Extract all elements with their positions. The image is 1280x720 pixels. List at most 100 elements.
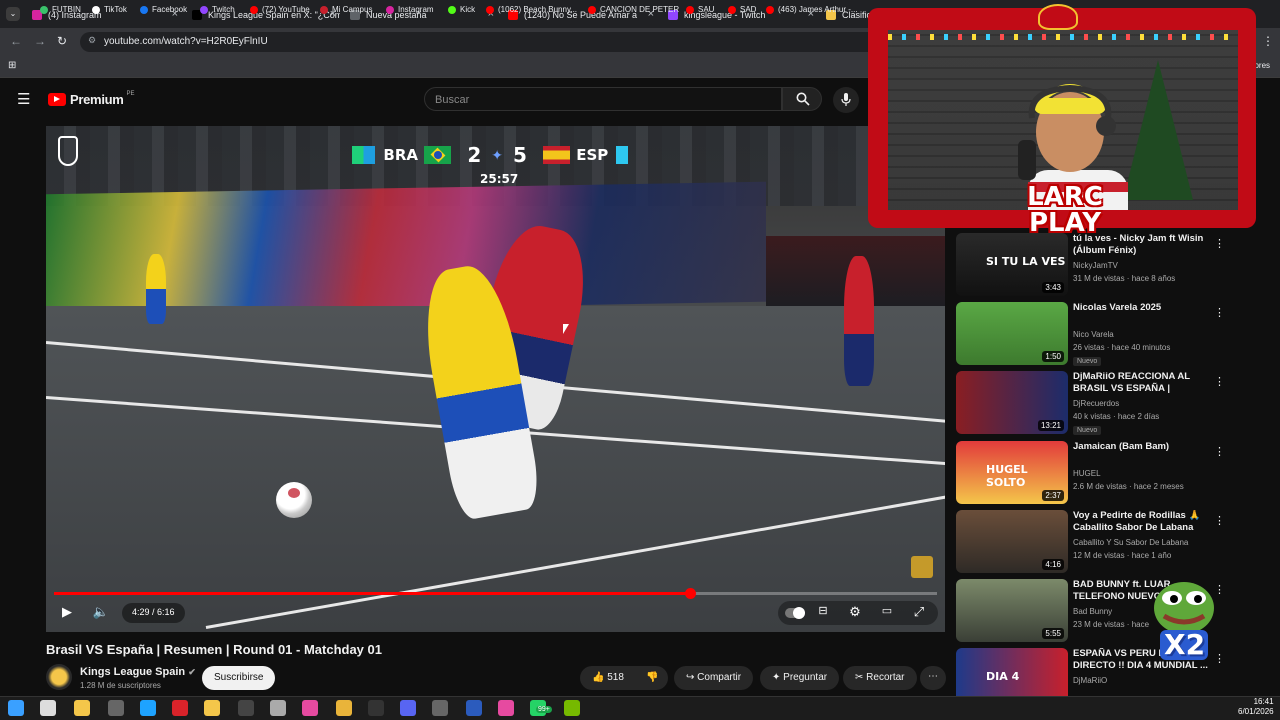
address-bar[interactable]: ⚙ youtube.com/watch?v=H2R0EyFlnIU [80,32,880,52]
bookmark-label: (1062) Beach Bunny... [498,5,578,14]
video-player[interactable]: BRA 2 ✦ 5 ESP 25:57 [46,126,945,632]
app-pink-icon[interactable] [302,700,318,716]
windows-start-icon[interactable] [8,700,24,716]
bookmark-label: (463) James Arthur -... [778,5,858,14]
app-pink-icon[interactable] [498,700,514,716]
mouse-cursor [563,324,569,334]
channel-name: Nico Varela [1073,330,1114,339]
browser-menu-icon[interactable]: ⋮ [1262,34,1274,48]
fullscreen-icon[interactable]: ⤢ [910,604,928,622]
bookmark-item[interactable]: TikTok [92,5,127,14]
red-app-icon[interactable] [172,700,188,716]
edge-icon[interactable] [140,700,156,716]
bookmark-item[interactable]: Facebook [140,5,187,14]
video-duration: 5:55 [1042,628,1064,639]
more-options-icon[interactable]: ⋮ [1214,375,1225,388]
word-icon[interactable] [466,700,482,716]
steam-icon[interactable] [238,700,254,716]
recommendation-item[interactable]: HUGEL SOLTO 2:37 Jamaican (Bam Bam) HUGEL 2.… [956,441,1256,507]
channel-watermark-icon[interactable] [911,556,933,578]
bookmark-item[interactable]: Mi Campus [320,5,372,14]
bookmark-item[interactable]: (72) YouTube [250,5,310,14]
recommendation-item[interactable]: 13:21 DjMaRiiO REACCIONA AL BRASIL VS ESP… [956,371,1256,437]
video-thumbnail[interactable]: 5:55 [956,579,1068,642]
tab-list-button[interactable]: ⌄ [6,7,20,21]
nvidia-icon[interactable] [564,700,580,716]
menu-icon[interactable]: ☰ [17,90,30,108]
obs-icon[interactable] [368,700,384,716]
team1-score: 2 [467,143,482,167]
recommendation-item[interactable]: 4:16 Voy a Pedirte de Rodillas 🙏 Caballit… [956,510,1256,576]
logo-line-1: LARC [1027,182,1103,212]
bookmark-item[interactable]: SAD [728,5,756,14]
channel-avatar[interactable] [46,664,72,690]
discord-icon[interactable] [400,700,416,716]
bookmark-favicon-icon [250,5,258,14]
channel-name: DjRecuerdos [1073,399,1120,408]
more-actions-button[interactable]: ⋯ [920,666,946,690]
video-thumbnail[interactable]: 4:16 [956,510,1068,573]
video-thumbnail[interactable]: 13:21 [956,371,1068,434]
autoplay-toggle[interactable] [784,604,806,622]
bookmark-item[interactable]: Kick [448,5,475,14]
channel-name[interactable]: Kings League Spain ✔ [80,666,196,678]
search-button[interactable] [782,87,822,111]
dislike-button[interactable]: 👎 [638,666,668,690]
recommendation-item[interactable]: 1:50 Nicolas Varela 2025 Nico Varela 26 vis… [956,302,1256,368]
play-button[interactable]: ▶ [58,604,76,622]
reload-icon[interactable]: ↻ [57,34,67,48]
more-options-icon[interactable]: ⋮ [1214,237,1225,250]
channel-name: DjMaRiiO [1073,676,1108,685]
bookmark-item[interactable]: CANCION DE PETER [588,5,679,14]
bookmark-item[interactable]: SAU [686,5,714,14]
bookmark-item[interactable]: (463) James Arthur -... [766,5,858,14]
channel-name: NickyJamTV [1073,261,1118,270]
bookmark-item[interactable]: Instagram [386,5,434,14]
clip-label: Recortar [866,672,905,683]
video-thumbnail[interactable]: HUGEL SOLTO 2:37 [956,441,1068,504]
like-button[interactable]: 👍 518 [580,666,640,690]
app-icon[interactable] [108,700,124,716]
video-title: DjMaRiiO REACCIONA AL BRASIL VS ESPAÑA |… [1073,371,1190,396]
progress-scrubber[interactable] [684,588,696,599]
bookmark-label: Kick [460,5,476,14]
calculator-icon[interactable] [432,700,448,716]
site-info-icon[interactable]: ⚙ [88,35,96,46]
clock-date: 6/01/2026 [1238,707,1274,716]
bookmark-item[interactable]: FUTBIN [40,5,81,14]
notification-badge: 99+ [536,706,552,713]
chrome-icon[interactable] [336,700,352,716]
bookmark-favicon-icon [728,5,736,14]
more-options-icon[interactable]: ⋮ [1214,306,1225,319]
search-icon[interactable] [40,700,56,716]
settings-gear-icon[interactable]: ⚙ [846,604,864,622]
clock[interactable]: 16:41 6/01/2026 [1238,697,1274,717]
file-icon[interactable] [74,700,90,716]
voice-search-button[interactable] [833,87,859,113]
search-input[interactable]: Buscar [424,87,782,111]
search-icon [796,92,810,106]
subtitles-icon[interactable]: ⊟ [814,604,832,622]
team2-color [616,146,628,164]
tool-icon[interactable] [270,700,286,716]
miniplayer-icon[interactable]: ▭ [878,604,896,622]
back-icon[interactable]: ← [10,34,22,48]
share-button[interactable]: ↪ Compartir [674,666,754,690]
bookmark-label: (72) YouTube [262,5,310,14]
subscribe-button[interactable]: Suscribirse [202,666,276,690]
folder-icon[interactable] [204,700,220,716]
bookmark-item[interactable]: (1062) Beach Bunny... [486,5,577,14]
new-badge: Nuevo [1073,426,1102,435]
more-options-icon[interactable]: ⋮ [1214,445,1225,458]
forward-icon[interactable]: → [34,34,46,48]
video-thumbnail[interactable]: 1:50 [956,302,1068,365]
bookmark-item[interactable]: Twitch [200,5,235,14]
ask-button[interactable]: ✦ Preguntar [760,666,840,690]
share-label: Compartir [697,672,742,683]
volume-icon[interactable]: 🔈 [92,604,110,622]
clip-button[interactable]: ✂ Recortar [843,666,917,690]
more-options-icon[interactable]: ⋮ [1214,514,1225,527]
apps-grid-icon[interactable]: ⊞ [8,60,16,71]
bookmark-favicon-icon [140,5,148,14]
youtube-logo[interactable]: Premium PE [48,91,135,107]
